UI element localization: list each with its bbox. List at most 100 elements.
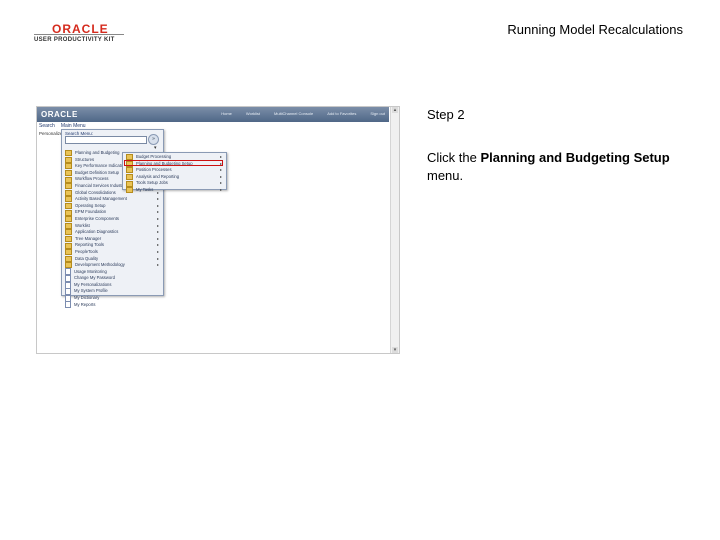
instruction-target: Planning and Budgeting Setup bbox=[480, 150, 670, 165]
main-menu-item[interactable]: My Personalizations bbox=[65, 281, 161, 289]
folder-icon bbox=[65, 203, 72, 210]
chevron-right-icon: ▸ bbox=[156, 242, 159, 248]
folder-icon bbox=[126, 187, 133, 194]
main-menu-item[interactable]: Change My Password bbox=[65, 275, 161, 283]
scroll-up-icon[interactable]: ▴ bbox=[392, 107, 398, 113]
chevron-right-icon: ▸ bbox=[156, 262, 159, 268]
instruction-suffix: menu. bbox=[427, 168, 464, 183]
folder-icon bbox=[65, 262, 72, 269]
folder-icon bbox=[65, 196, 72, 203]
main-menu-item-label: PeopleTools bbox=[75, 248, 98, 254]
submenu-item-label: Analysis and Reporting bbox=[136, 173, 180, 179]
vertical-scrollbar[interactable]: ▴ ▾ bbox=[390, 107, 399, 353]
main-menu-item[interactable]: Operating Setup ▸ bbox=[65, 203, 161, 210]
main-menu-item-label: Change My Password bbox=[74, 275, 115, 281]
folder-icon bbox=[65, 242, 72, 249]
app-nav-links: Home Worklist MultiChannel Console Add t… bbox=[221, 111, 385, 116]
logo-divider bbox=[34, 34, 124, 35]
submenu-item[interactable]: Tools Setup Jobs ▸ bbox=[126, 180, 224, 187]
main-menu-item[interactable]: Data Quality ▸ bbox=[65, 256, 161, 263]
main-menu-item-label: My Dictionary bbox=[74, 295, 100, 301]
main-menu-item[interactable]: Reporting Tools ▸ bbox=[65, 242, 161, 249]
nav-link-home[interactable]: Home bbox=[221, 111, 232, 116]
personalize-link[interactable]: Personalize bbox=[39, 131, 63, 136]
chevron-right-icon: ▸ bbox=[156, 235, 159, 241]
folder-icon bbox=[126, 174, 133, 181]
chevron-right-icon: ▸ bbox=[219, 180, 222, 186]
main-menu-item[interactable]: My Dictionary bbox=[65, 294, 161, 302]
main-menu-item[interactable]: Enterprise Components ▸ bbox=[65, 216, 161, 223]
chevron-right-icon: ▸ bbox=[156, 209, 159, 215]
main-menu-item[interactable]: Activity Based Management ▸ bbox=[65, 196, 161, 203]
folder-icon bbox=[126, 180, 133, 187]
main-menu-item-label: My Personalizations bbox=[74, 281, 112, 287]
main-menu-item[interactable]: My Reports bbox=[65, 301, 161, 309]
chevron-right-icon: ▸ bbox=[156, 222, 159, 228]
nav-link-signout[interactable]: Sign out bbox=[370, 111, 385, 116]
folder-icon bbox=[65, 236, 72, 243]
document-title: Running Model Recalculations bbox=[507, 22, 683, 37]
oracle-upk-logo: ORACLE USER PRODUCTIVITY KIT bbox=[32, 22, 132, 50]
submenu-item-label: Tools Setup Jobs bbox=[136, 180, 168, 186]
chevron-right-icon: ▸ bbox=[156, 215, 159, 221]
highlight-box bbox=[124, 160, 223, 166]
main-menu-item-label: Activity Based Management bbox=[75, 196, 127, 202]
step-number: Step 2 bbox=[427, 107, 465, 122]
folder-icon bbox=[65, 189, 72, 196]
toolbar-search[interactable]: Search bbox=[39, 123, 55, 129]
chevron-right-icon: ▸ bbox=[156, 229, 159, 235]
main-menu-item[interactable]: PeopleTools ▸ bbox=[65, 249, 161, 256]
folder-icon bbox=[65, 176, 72, 183]
nav-link-favorites[interactable]: Add to Favorites bbox=[327, 111, 356, 116]
main-menu-item[interactable]: Application Diagnostics ▸ bbox=[65, 229, 161, 236]
folder-icon bbox=[65, 229, 72, 236]
chevron-right-icon: ▸ bbox=[156, 255, 159, 261]
main-menu-item-label: EPM Foundation bbox=[75, 209, 107, 215]
chevron-right-icon: ▸ bbox=[156, 196, 159, 202]
nav-link-worklist[interactable]: Worklist bbox=[246, 111, 260, 116]
folder-icon bbox=[65, 216, 72, 223]
chevron-right-icon: ▸ bbox=[219, 186, 222, 192]
main-menu-item-label: My System Profile bbox=[74, 288, 108, 294]
folder-icon bbox=[65, 156, 72, 163]
folder-icon bbox=[65, 150, 72, 157]
app-logo: ORACLE bbox=[41, 110, 78, 119]
folder-icon bbox=[126, 167, 133, 174]
main-menu-item[interactable]: Usage Monitoring bbox=[65, 268, 161, 276]
main-menu-item-label: Development Methodology bbox=[75, 262, 125, 268]
search-menu-input[interactable] bbox=[65, 136, 147, 144]
main-menu-item[interactable]: EPM Foundation ▸ bbox=[65, 209, 161, 216]
chevron-right-icon: ▸ bbox=[219, 173, 222, 179]
step-instruction: Click the Planning and Budgeting Setup m… bbox=[427, 149, 677, 185]
submenu-item[interactable]: My Tasks ▸ bbox=[126, 187, 224, 194]
app-header-bar: ORACLE Home Worklist MultiChannel Consol… bbox=[37, 107, 389, 122]
chevron-right-icon: ▸ bbox=[156, 202, 159, 208]
logo-subtitle: USER PRODUCTIVITY KIT bbox=[34, 37, 115, 43]
main-menu-item-label: Tree Manager bbox=[75, 235, 102, 241]
main-menu-item-label: Operating Setup bbox=[75, 202, 106, 208]
main-menu-item[interactable]: My System Profile bbox=[65, 288, 161, 296]
main-menu-item-label: Application Diagnostics bbox=[75, 229, 119, 235]
folder-icon bbox=[65, 255, 72, 262]
main-menu-item[interactable]: Worklist ▸ bbox=[65, 223, 161, 230]
submenu-item-label: My Tasks bbox=[136, 186, 154, 192]
folder-icon bbox=[65, 249, 72, 256]
submenu-item[interactable]: Position Processes ▸ bbox=[126, 167, 224, 174]
main-menu-item[interactable]: Development Methodology ▸ bbox=[65, 262, 161, 269]
application-screenshot: ORACLE Home Worklist MultiChannel Consol… bbox=[36, 106, 400, 354]
scroll-down-icon[interactable]: ▾ bbox=[392, 347, 398, 353]
main-menu-item-label: Reporting Tools bbox=[75, 242, 105, 248]
chevron-right-icon: ▸ bbox=[156, 248, 159, 254]
main-menu-item-label: Data Quality bbox=[75, 255, 99, 261]
main-menu-item-label: Enterprise Components bbox=[75, 215, 119, 221]
planning-budgeting-submenu: Budget Processing ▸ Planning and Budgeting… bbox=[122, 152, 227, 194]
main-menu-item-label: Worklist bbox=[75, 222, 90, 228]
folder-icon bbox=[65, 209, 72, 216]
search-go-icon[interactable]: » bbox=[148, 134, 159, 145]
main-menu-item[interactable]: Tree Manager ▸ bbox=[65, 236, 161, 243]
instruction-prefix: Click the bbox=[427, 150, 481, 165]
nav-link-multichannel[interactable]: MultiChannel Console bbox=[274, 111, 313, 116]
chevron-right-icon: ▸ bbox=[219, 167, 222, 173]
submenu-item[interactable]: Analysis and Reporting ▸ bbox=[126, 174, 224, 181]
folder-icon bbox=[65, 183, 72, 190]
